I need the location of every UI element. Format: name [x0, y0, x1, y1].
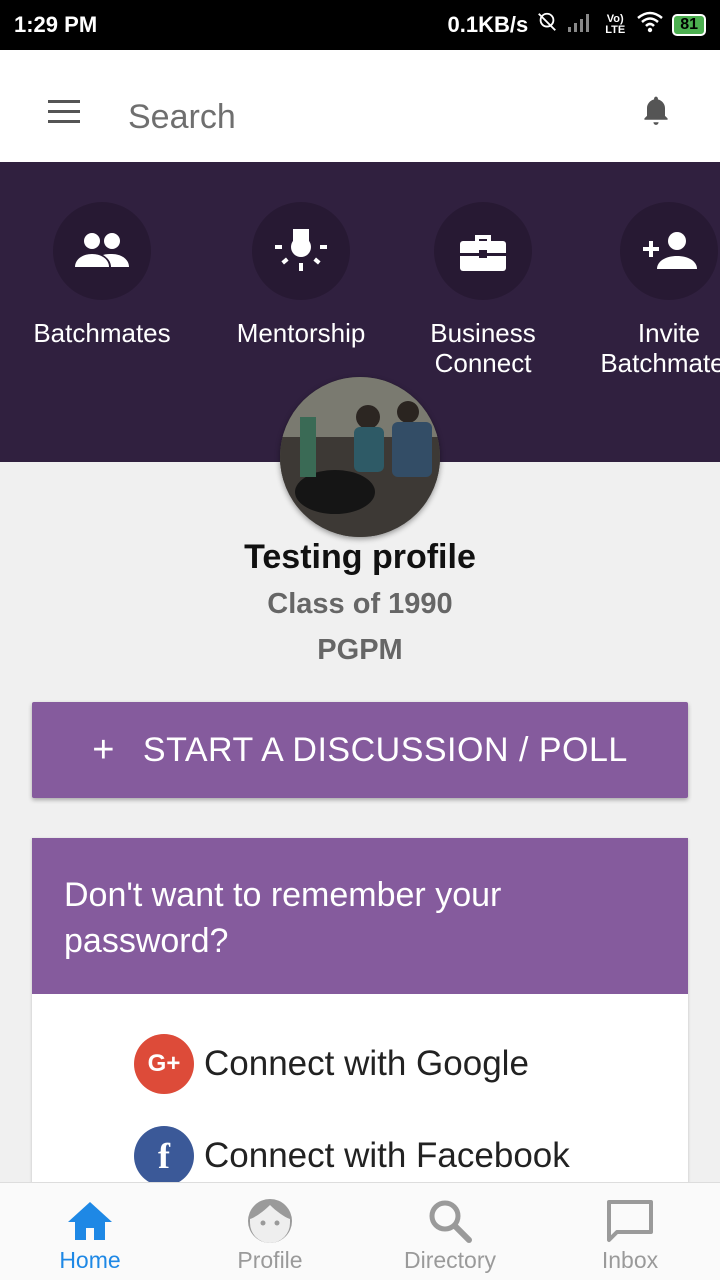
- network-speed: 0.1KB/s: [447, 12, 529, 37]
- nav-label: Inbox: [601, 1247, 659, 1273]
- quick-action-business-connect[interactable]: Business Connect: [383, 202, 583, 378]
- group-icon: [53, 202, 151, 300]
- google-plus-icon: G+: [134, 1034, 194, 1094]
- connect-google-button[interactable]: G+ Connect with Google: [134, 1034, 529, 1094]
- chat-icon: [540, 1197, 720, 1245]
- nav-directory[interactable]: Directory: [360, 1183, 540, 1280]
- nav-label: Profile: [237, 1247, 303, 1273]
- lightbulb-icon: [252, 202, 350, 300]
- status-time: 1:29 PM: [14, 12, 98, 37]
- bottom-navigation: Home Profile Directory Inbox: [0, 1182, 720, 1280]
- quick-action-label: Invite Batchmates: [600, 318, 720, 378]
- quick-action-label: Business Connect: [430, 318, 536, 378]
- profile-class: Class of 1990: [267, 588, 453, 620]
- signal-icon: [566, 11, 594, 39]
- quick-action-label: Mentorship: [236, 318, 366, 348]
- briefcase-icon: [434, 202, 532, 300]
- profile-name: Testing profile: [244, 538, 476, 576]
- connect-google-label: Connect with Google: [204, 1044, 529, 1083]
- profile-program: PGPM: [317, 634, 403, 666]
- nav-label: Directory: [403, 1247, 496, 1273]
- connect-facebook-button[interactable]: f Connect with Facebook: [134, 1126, 570, 1186]
- top-app-bar: Search: [0, 50, 720, 162]
- password-card: Don't want to remember your password? G+…: [32, 838, 688, 1198]
- wifi-icon: [636, 11, 664, 39]
- person-add-icon: [620, 202, 718, 300]
- status-icons: 0.1KB/s Vo) LTE 81: [447, 11, 706, 39]
- start-discussion-label: START A DISCUSSION / POLL: [142, 730, 628, 769]
- status-bar: 1:29 PM 0.1KB/s Vo) LTE 81: [0, 0, 720, 50]
- start-discussion-button[interactable]: + START A DISCUSSION / POLL: [32, 702, 688, 798]
- facebook-icon: f: [134, 1126, 194, 1186]
- search-icon: [360, 1197, 540, 1245]
- plus-icon: +: [92, 728, 115, 771]
- alarm-off-icon: [536, 11, 558, 39]
- nav-profile[interactable]: Profile: [180, 1183, 360, 1280]
- home-icon: [0, 1197, 180, 1245]
- password-card-title: Don't want to remember your password?: [32, 838, 688, 994]
- lte-indicator: Vo) LTE: [605, 13, 626, 36]
- menu-icon[interactable]: [48, 100, 80, 123]
- quick-action-label: Batchmates: [33, 318, 171, 348]
- notification-bell-icon[interactable]: [640, 94, 672, 135]
- nav-label: Home: [59, 1247, 121, 1273]
- battery-indicator: 81: [672, 14, 706, 36]
- face-icon: [180, 1197, 360, 1245]
- search-input[interactable]: Search: [128, 98, 236, 137]
- profile-avatar[interactable]: [280, 377, 440, 537]
- nav-home[interactable]: Home: [0, 1183, 180, 1280]
- quick-action-invite-batchmates[interactable]: Invite Batchmates: [569, 202, 720, 378]
- connect-facebook-label: Connect with Facebook: [204, 1136, 570, 1175]
- quick-action-mentorship[interactable]: Mentorship: [201, 202, 401, 348]
- quick-action-batchmates[interactable]: Batchmates: [2, 202, 202, 348]
- nav-inbox[interactable]: Inbox: [540, 1183, 720, 1280]
